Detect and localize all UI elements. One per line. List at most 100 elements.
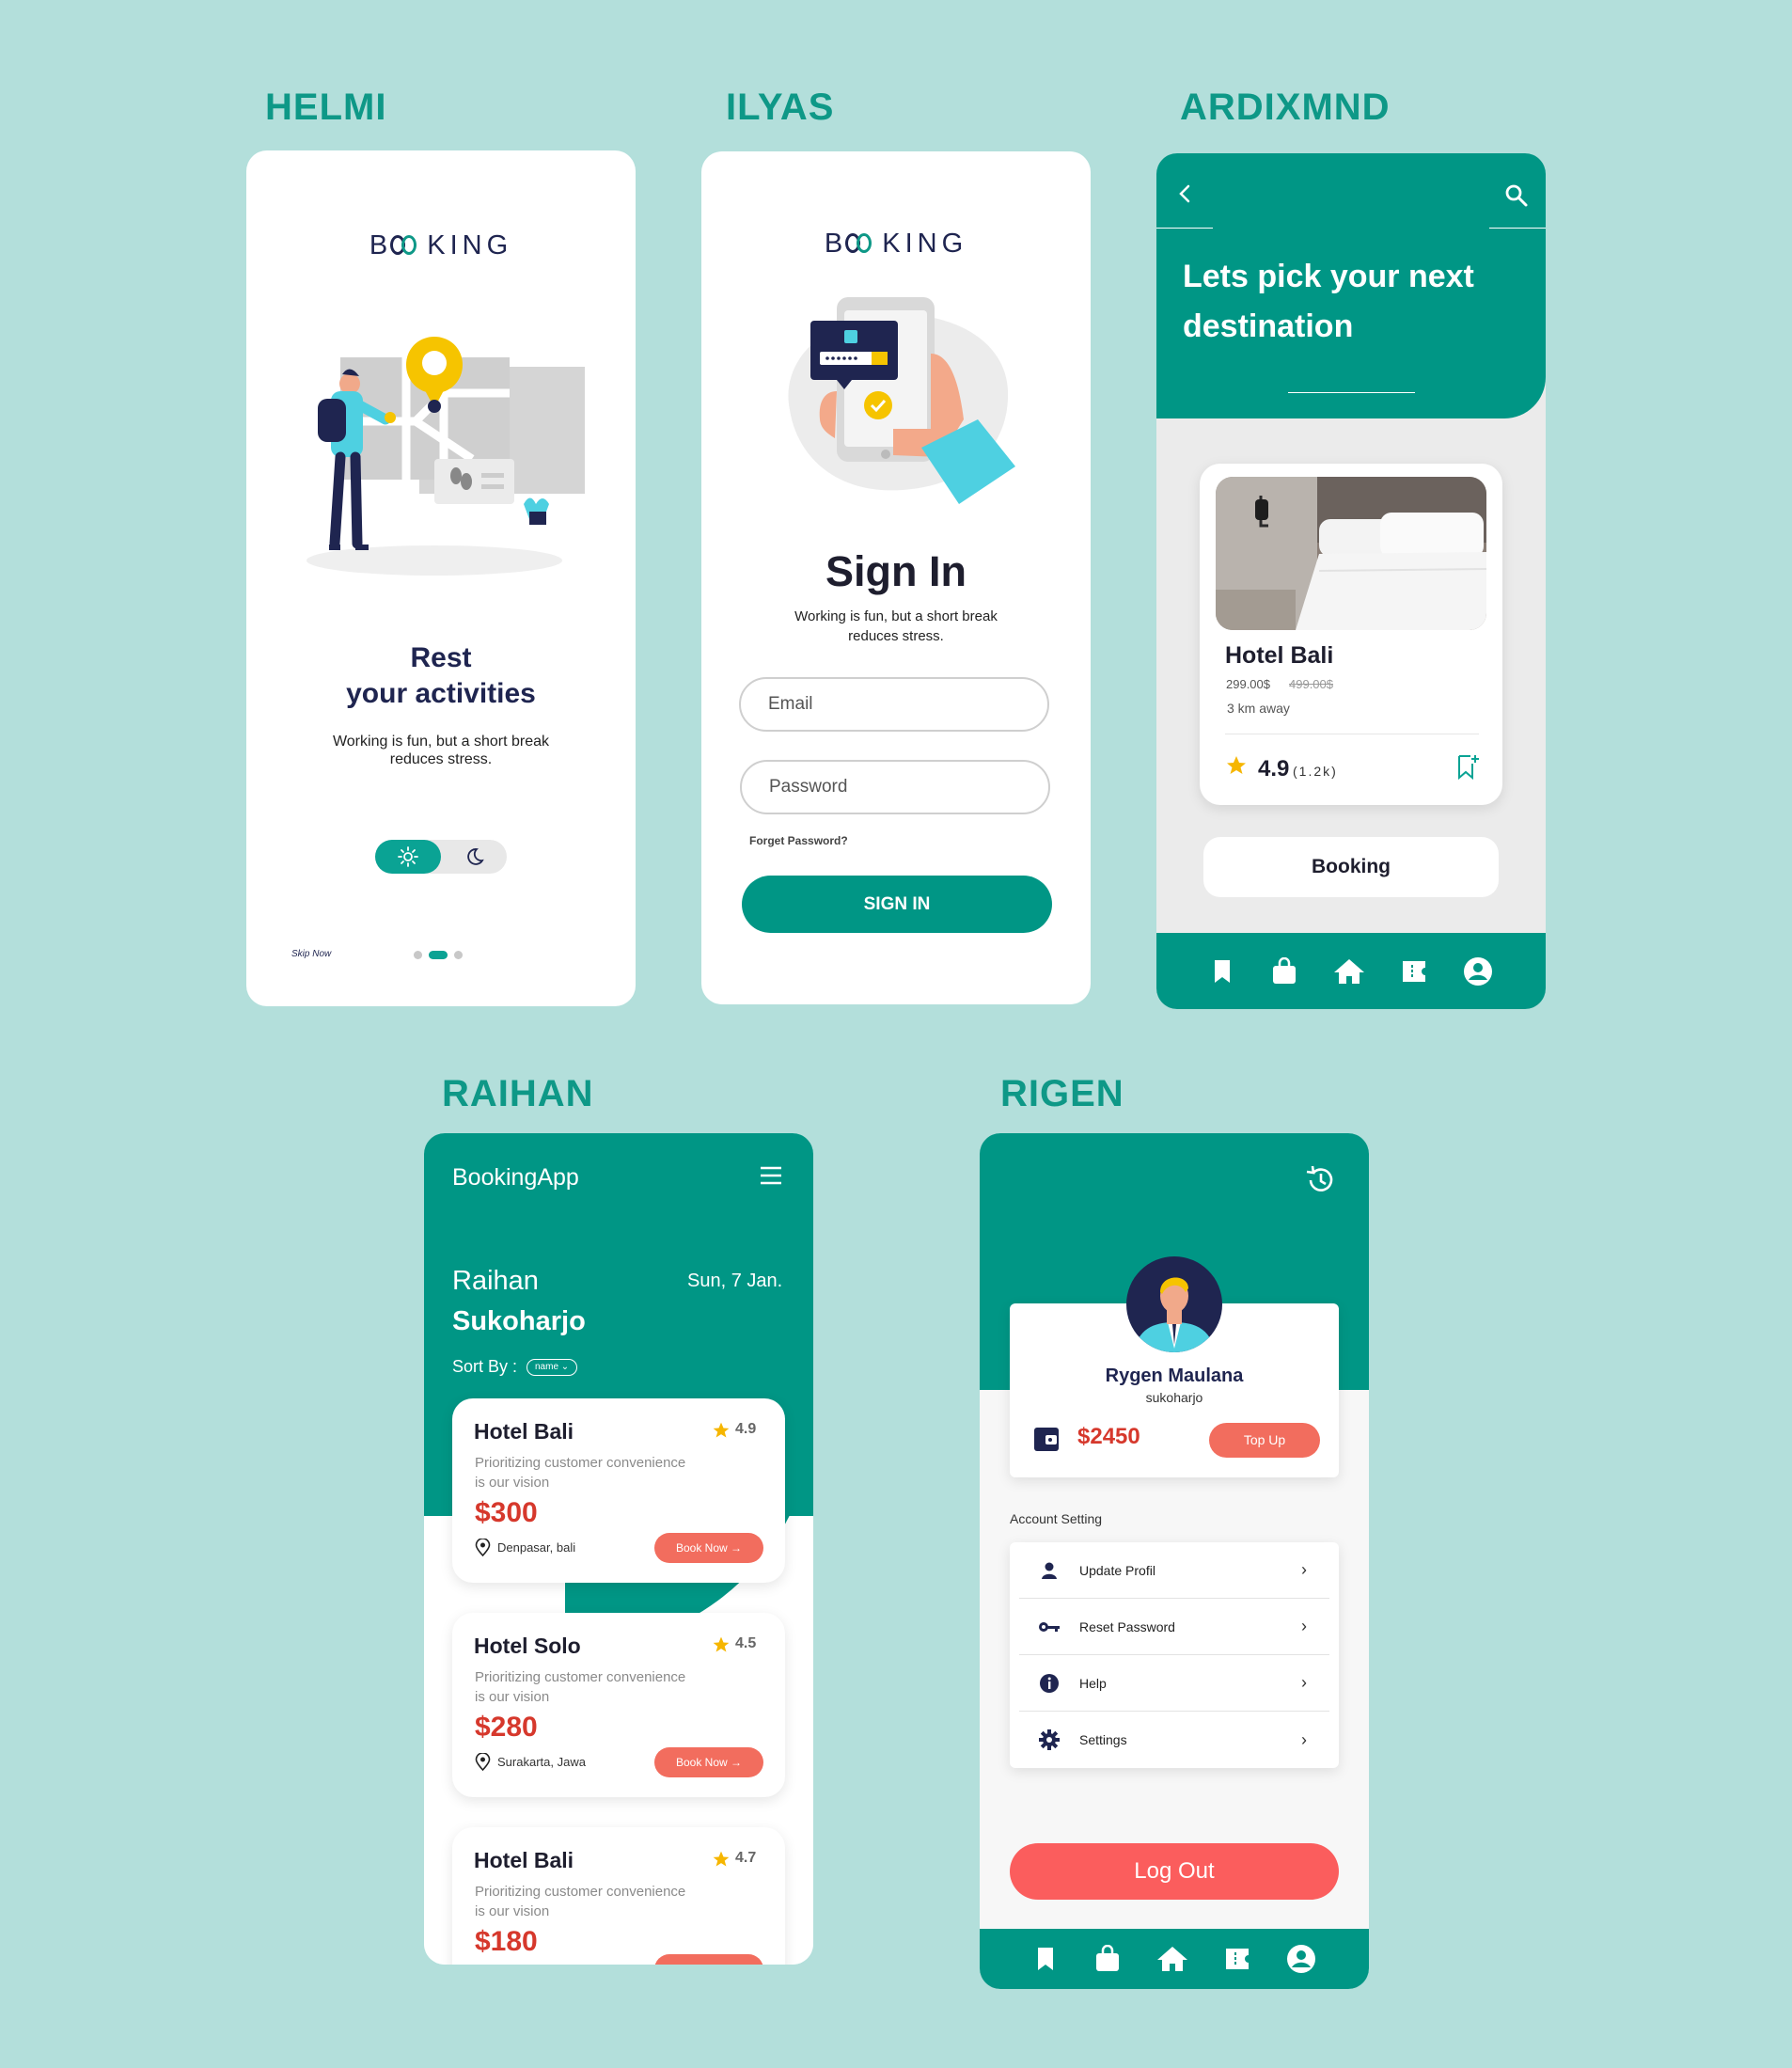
- profile-city: sukoharjo: [1145, 1390, 1203, 1405]
- skip-now-link[interactable]: Skip Now: [291, 949, 331, 959]
- bookmark-add-icon[interactable]: [1454, 752, 1482, 781]
- book-now-button[interactable]: Book Now →: [654, 1533, 763, 1563]
- home-icon[interactable]: [1156, 1945, 1188, 1973]
- section-title: Account Setting: [1010, 1511, 1103, 1526]
- hotel-description-line2: is our vision: [475, 1903, 550, 1919]
- sign-in-subtitle-line2: reduces stress.: [848, 628, 944, 644]
- hotel-rating: 4.7: [735, 1850, 757, 1866]
- menu-item-help[interactable]: Help ›: [1019, 1655, 1329, 1712]
- hotel-location: Denpasar, bali: [497, 1540, 576, 1555]
- chevron-right-icon: ›: [1301, 1673, 1307, 1692]
- theme-toggle[interactable]: [375, 840, 507, 874]
- hotel-card[interactable]: Hotel Bali 299.00$ 499.00$ 3 km away 4.9…: [1200, 464, 1502, 805]
- password-field[interactable]: Password: [740, 760, 1050, 814]
- sign-in-title: Sign In: [825, 547, 967, 595]
- history-icon[interactable]: [1304, 1163, 1338, 1197]
- home-icon[interactable]: [1333, 957, 1365, 986]
- profile-name: Rygen Maulana: [1105, 1366, 1244, 1386]
- hotel-description-line1: Prioritizing customer convenience: [475, 1884, 686, 1900]
- sort-dropdown[interactable]: name ⌄: [527, 1359, 578, 1376]
- profile-icon[interactable]: [1463, 956, 1493, 987]
- hotel-list-screen: BookingApp Raihan Sun, 7 Jan. Sukoharjo …: [424, 1133, 813, 1965]
- hotel-rating: 4.5: [735, 1635, 757, 1651]
- hotel-card[interactable]: Hotel Bali 4.9 Prioritizing customer con…: [452, 1398, 785, 1583]
- hotel-price: 299.00$: [1226, 677, 1270, 691]
- hotel-description-line1: Prioritizing customer convenience: [475, 1455, 686, 1471]
- user-icon: [1042, 1562, 1057, 1579]
- heading-underline: [1288, 392, 1415, 393]
- book-now-button[interactable]: Book Now →: [654, 1747, 763, 1777]
- onboarding-screen: B KING Rest your activities Working is f…: [246, 150, 636, 1006]
- key-icon: [1039, 1621, 1060, 1632]
- bookmark-icon[interactable]: [1032, 1945, 1059, 1973]
- destination-screen: Lets pick your next destination Hotel Ba…: [1156, 153, 1546, 1009]
- forgot-password-link[interactable]: Forget Password?: [749, 834, 848, 847]
- log-out-button[interactable]: Log Out: [1010, 1843, 1339, 1900]
- sign-in-screen: B KING Sign In Working is fun, but a sho…: [701, 151, 1091, 1004]
- booking-button[interactable]: Booking: [1203, 837, 1499, 897]
- header-divider: [1156, 228, 1213, 229]
- hotel-description-line1: Prioritizing customer convenience: [475, 1669, 686, 1685]
- chevron-right-icon: ›: [1301, 1617, 1307, 1635]
- star-icon: [1227, 756, 1246, 774]
- location-pin-icon: [475, 1753, 491, 1771]
- hotel-name: Hotel Bali: [1225, 642, 1334, 669]
- search-icon[interactable]: [1504, 183, 1529, 208]
- bag-icon[interactable]: [1093, 1945, 1122, 1973]
- user-name: Raihan: [452, 1266, 539, 1296]
- star-icon: [713, 1636, 730, 1652]
- label-raihan: RAIHAN: [442, 1073, 594, 1114]
- menu-icon[interactable]: [759, 1165, 783, 1186]
- bookmark-icon[interactable]: [1209, 957, 1235, 986]
- account-settings-menu: Update Profil › Reset Password › Help › …: [1010, 1542, 1339, 1768]
- menu-item-update-profil[interactable]: Update Profil ›: [1019, 1542, 1329, 1599]
- moon-icon: [467, 848, 484, 865]
- hotel-name: Hotel Solo: [474, 1634, 581, 1658]
- bottom-nav: [1156, 933, 1546, 1009]
- hotel-name: Hotel Bali: [474, 1848, 574, 1872]
- phone-security-illustration: [788, 297, 1015, 504]
- bottom-nav: [980, 1929, 1369, 1989]
- label-helmi: HELMI: [265, 87, 387, 128]
- hotel-card[interactable]: Hotel Solo 4.5 Prioritizing customer con…: [452, 1613, 785, 1797]
- info-icon: [1040, 1673, 1059, 1693]
- sign-in-button[interactable]: SIGN IN: [742, 876, 1052, 933]
- top-up-button[interactable]: Top Up: [1209, 1423, 1320, 1458]
- destination-heading-line1: Lets pick your next: [1183, 259, 1474, 294]
- hotel-rating: 4.9: [735, 1421, 757, 1437]
- hotel-price: $280: [475, 1712, 538, 1743]
- wallet-icon: [1034, 1428, 1059, 1451]
- hotel-card[interactable]: Hotel Bali 4.7 Prioritizing customer con…: [452, 1827, 785, 1965]
- hotel-rating: 4.9: [1258, 756, 1290, 781]
- bag-icon[interactable]: [1270, 956, 1298, 986]
- menu-item-settings[interactable]: Settings ›: [1019, 1712, 1329, 1768]
- hotel-old-price: 499.00$: [1289, 677, 1333, 691]
- label-ilyas: ILYAS: [726, 87, 835, 128]
- onboarding-title-line1: Rest: [410, 642, 472, 673]
- menu-item-reset-password[interactable]: Reset Password ›: [1019, 1599, 1329, 1655]
- email-field[interactable]: Email: [739, 677, 1049, 732]
- sign-in-subtitle-line1: Working is fun, but a short break: [794, 608, 998, 624]
- hotel-location: Surakarta, Jawa: [497, 1755, 586, 1769]
- menu-item-label: Settings: [1079, 1732, 1127, 1747]
- hotel-rating-count: (1.2k): [1293, 764, 1338, 779]
- sun-icon: [398, 846, 418, 867]
- app-title: BookingApp: [452, 1164, 579, 1191]
- star-icon: [713, 1422, 730, 1438]
- onboarding-subtitle-line2: reduces stress.: [389, 751, 493, 767]
- gear-icon: [1039, 1729, 1060, 1750]
- book-now-button[interactable]: [654, 1954, 763, 1965]
- pager-dots: [414, 951, 463, 959]
- booking-logo: B KING: [369, 230, 513, 260]
- chevron-right-icon: ›: [1301, 1729, 1307, 1749]
- sort-by-label: Sort By :: [452, 1357, 518, 1376]
- hotel-distance: 3 km away: [1227, 701, 1290, 716]
- pager-dot-active: [429, 951, 448, 959]
- profile-icon[interactable]: [1286, 1944, 1316, 1974]
- avatar: [1126, 1256, 1222, 1352]
- label-rigen: RIGEN: [1000, 1073, 1124, 1114]
- ticket-icon[interactable]: [1223, 1945, 1251, 1973]
- ticket-icon[interactable]: [1400, 957, 1428, 986]
- back-icon[interactable]: [1175, 183, 1196, 204]
- hotel-description-line2: is our vision: [475, 1689, 550, 1705]
